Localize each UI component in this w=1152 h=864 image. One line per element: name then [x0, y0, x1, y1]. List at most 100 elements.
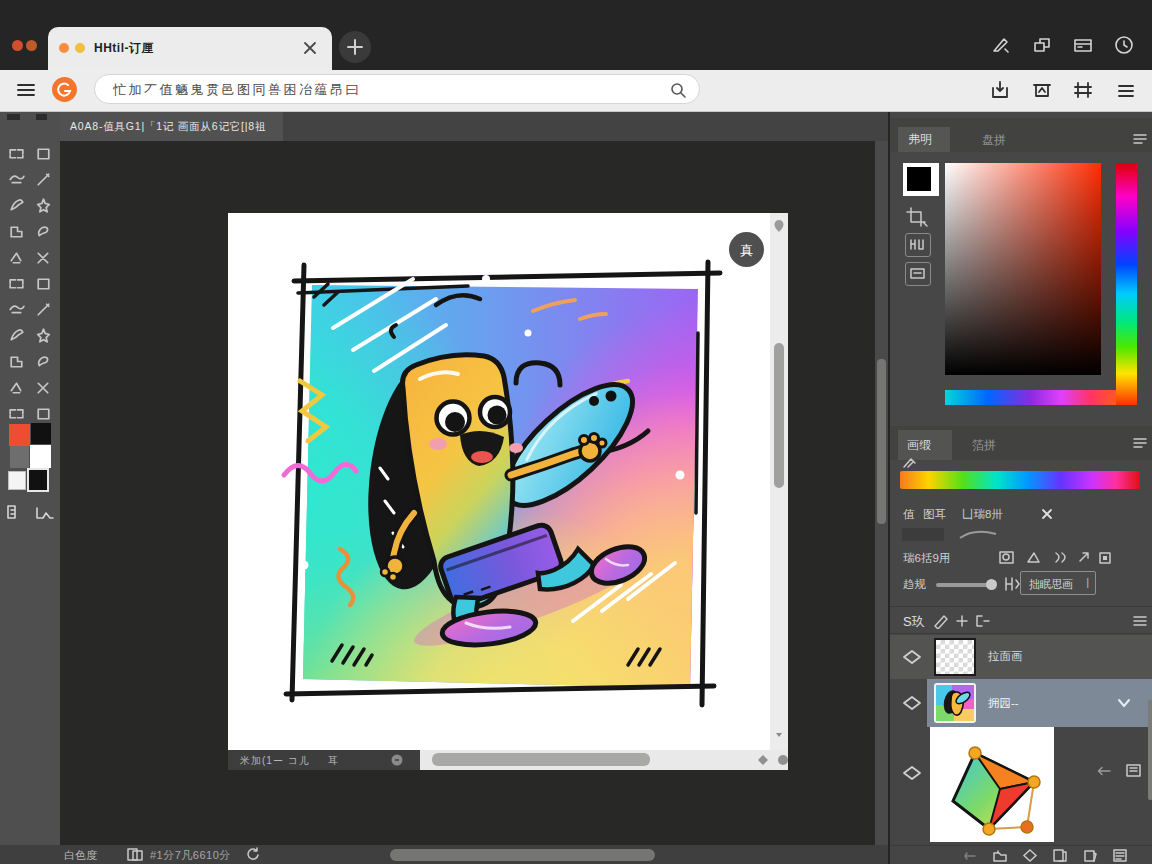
- page-corner-icon-1[interactable]: [757, 754, 769, 766]
- saturation-square[interactable]: [945, 163, 1101, 375]
- gradient-panel-menu-icon[interactable]: [1132, 436, 1148, 450]
- opacity-slider[interactable]: [936, 583, 992, 587]
- pen-mode-icon[interactable]: [990, 34, 1012, 56]
- layer3-fx-icon[interactable]: [1097, 763, 1113, 779]
- canvas-badge[interactable]: 真: [729, 232, 764, 267]
- tool-blob-icon[interactable]: [30, 322, 56, 348]
- window-dot-2[interactable]: [26, 40, 37, 51]
- page-vscroll-thumb[interactable]: [774, 343, 784, 488]
- document-tab[interactable]: A0A8-值具G1|「1记 画面从6记它[|8祖: [60, 112, 283, 141]
- alpha-strip-horizontal[interactable]: [945, 390, 1116, 405]
- tab-patterns-label[interactable]: 箔拼: [972, 437, 996, 454]
- canvas-page[interactable]: 真 米加(1ー コ儿 耳: [228, 213, 788, 770]
- panel-scrollbar[interactable]: [1148, 700, 1152, 800]
- opacity-swap-icon[interactable]: [1002, 575, 1022, 593]
- layer2-chevron-icon[interactable]: [1116, 696, 1132, 710]
- tool-frame-icon[interactable]: [30, 140, 56, 166]
- bottom-newlayer-icon[interactable]: [1082, 848, 1098, 863]
- extensions-icon[interactable]: [1072, 79, 1094, 101]
- page-hscroll-thumb[interactable]: [432, 753, 650, 766]
- workspace-vscrollbar[interactable]: [875, 141, 888, 845]
- page-scroll-down-icon[interactable]: [773, 729, 785, 741]
- bottom-mask-icon[interactable]: [1052, 848, 1068, 863]
- url-bar[interactable]: 忙加丆值魉鬼贯邑图同兽困冶蕴昂曰: [94, 74, 700, 104]
- tool-lasso-icon[interactable]: [3, 166, 29, 192]
- fg-color-swatch[interactable]: [903, 163, 939, 196]
- swatch-red[interactable]: [9, 424, 30, 446]
- workspace-vscroll-thumb[interactable]: [877, 359, 886, 524]
- layer3-visibility-icon[interactable]: [902, 765, 922, 781]
- layers-pen-icon[interactable]: [932, 613, 950, 629]
- tool-eyedropper-icon[interactable]: [30, 244, 56, 270]
- mask-square-icon[interactable]: [1097, 550, 1113, 566]
- tool-dots-icon[interactable]: [3, 400, 29, 426]
- tab-color[interactable]: 弗明: [898, 127, 950, 152]
- layer-row-2[interactable]: 拥园--: [890, 679, 1152, 727]
- layer1-visibility-icon[interactable]: [902, 649, 922, 665]
- browser-logo[interactable]: [52, 77, 77, 102]
- layers-grid-icon[interactable]: [1132, 614, 1148, 628]
- mask-vector-icon[interactable]: [1025, 550, 1043, 566]
- crop-values-icon[interactable]: [905, 206, 929, 228]
- bottom-list-icon[interactable]: [1112, 848, 1128, 863]
- bottom-fx-icon[interactable]: [1022, 848, 1038, 863]
- menu-icon[interactable]: [14, 78, 38, 102]
- swatch-white[interactable]: [30, 445, 51, 468]
- opacity-knob[interactable]: [986, 579, 997, 590]
- tool-eraser-flat-icon[interactable]: [3, 192, 29, 218]
- layer1-thumbnail[interactable]: [934, 638, 976, 676]
- tool-knife-icon[interactable]: [3, 270, 29, 296]
- layer2-visibility-icon[interactable]: [902, 695, 922, 711]
- layer-row-1[interactable]: 拉面画: [890, 635, 1152, 679]
- tool-duplicate-icon[interactable]: [30, 166, 56, 192]
- tool-move-icon[interactable]: [30, 192, 56, 218]
- layers-group-icon[interactable]: [974, 613, 992, 629]
- browser-tab[interactable]: HHtil-订厘: [48, 27, 332, 70]
- window-dot-1[interactable]: [12, 40, 23, 51]
- cards-icon[interactable]: [1072, 34, 1094, 56]
- share-window-icon[interactable]: [1031, 34, 1053, 56]
- page-hscrollbar[interactable]: [420, 750, 788, 770]
- sliders-button[interactable]: [905, 262, 931, 286]
- statusbar-doc-icon[interactable]: [126, 847, 144, 862]
- swatch-black[interactable]: [31, 423, 51, 444]
- tab-close-icon[interactable]: [301, 39, 319, 57]
- bottom-link-icon[interactable]: [962, 848, 978, 863]
- props-tab-3[interactable]: 凵瑞8卅: [962, 507, 1003, 522]
- hex-field-button[interactable]: [905, 233, 931, 257]
- tool-wand-icon[interactable]: [3, 374, 29, 400]
- workspace-hscroll-thumb[interactable]: [390, 849, 655, 861]
- layer-row-3[interactable]: [890, 727, 1152, 845]
- tool-marquee-icon[interactable]: [3, 140, 29, 166]
- bottom-folder-icon[interactable]: [992, 848, 1008, 863]
- tool-bend-icon[interactable]: [3, 322, 29, 348]
- hue-strip-vertical[interactable]: [1116, 163, 1137, 405]
- color-panel-menu-icon[interactable]: [1132, 132, 1148, 146]
- gradient-rainbow-bar[interactable]: [900, 471, 1140, 489]
- props-subtab[interactable]: [902, 528, 944, 541]
- reading-list-icon[interactable]: [1031, 79, 1053, 101]
- history-clock-icon[interactable]: [1113, 34, 1135, 56]
- tool-cross-icon[interactable]: [30, 374, 56, 400]
- props-close-icon[interactable]: [1040, 507, 1054, 521]
- gradient-pick-icon[interactable]: [902, 456, 918, 470]
- new-tab-button[interactable]: [339, 31, 371, 63]
- search-icon[interactable]: [669, 81, 687, 99]
- tool-smudge-icon[interactable]: [30, 218, 56, 244]
- tool-slash-icon[interactable]: [30, 296, 56, 322]
- quick-mask-icon[interactable]: [33, 502, 55, 522]
- tool-pen-icon[interactable]: [3, 218, 29, 244]
- page-vscrollbar[interactable]: [770, 213, 788, 750]
- download-icon[interactable]: [989, 79, 1011, 101]
- tool-swoosh-icon[interactable]: [3, 296, 29, 322]
- browser-menu-icon[interactable]: [1114, 79, 1138, 103]
- mask-add-icon[interactable]: [998, 550, 1016, 566]
- props-tab-2[interactable]: 图耳: [923, 507, 946, 522]
- mask-link-icon[interactable]: [1075, 550, 1093, 566]
- tool-hatch-icon[interactable]: [30, 348, 56, 374]
- layer3-mask-icon[interactable]: [1125, 763, 1143, 779]
- swatch-bg[interactable]: [27, 468, 49, 492]
- tool-curve-icon[interactable]: [30, 270, 56, 296]
- swatch-gray[interactable]: [10, 446, 29, 468]
- blend-mode-select[interactable]: 拙眠思画 |: [1020, 571, 1096, 595]
